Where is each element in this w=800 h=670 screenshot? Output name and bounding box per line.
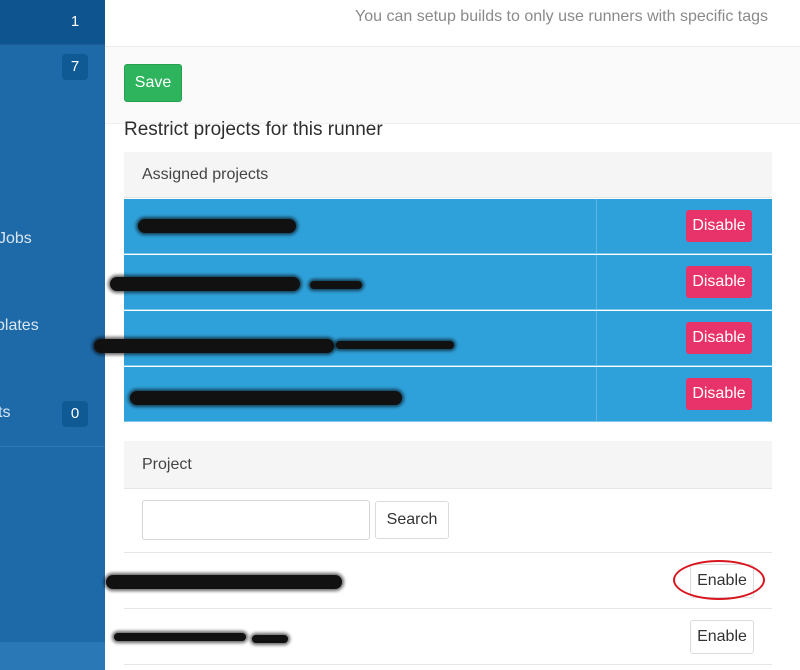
assigned-project-row: Disable xyxy=(124,199,772,254)
project-row: Enable xyxy=(106,553,772,609)
disable-button[interactable]: Disable xyxy=(686,322,752,354)
tags-help-strip: You can setup builds to only use runners… xyxy=(105,0,800,47)
redacted-project-name xyxy=(138,219,296,233)
redacted-project-name xyxy=(252,635,288,643)
sidebar-item-2[interactable]: 7 xyxy=(0,52,105,96)
search-button[interactable]: Search xyxy=(375,501,449,539)
enable-button[interactable]: Enable xyxy=(690,564,754,598)
sidebar-item-label: Jobs xyxy=(0,230,32,247)
section-title: Restrict projects for this runner xyxy=(124,119,383,140)
assigned-projects-header: Assigned projects xyxy=(124,152,772,198)
project-search-bar: Search xyxy=(124,489,772,553)
sidebar-item-label: ts xyxy=(0,404,11,421)
disable-button[interactable]: Disable xyxy=(686,378,752,410)
row-separator xyxy=(596,311,597,365)
project-header: Project xyxy=(124,441,772,489)
assigned-project-row: Disable xyxy=(110,255,772,310)
redacted-project-name xyxy=(106,575,342,589)
sidebar: 1 7 Jobs plates ts 0 xyxy=(0,0,105,670)
row-separator xyxy=(596,199,597,253)
assigned-project-row: Disable xyxy=(124,367,772,422)
redacted-project-name xyxy=(110,277,300,291)
redacted-project-name xyxy=(114,633,246,641)
row-separator xyxy=(596,255,597,309)
disable-button[interactable]: Disable xyxy=(686,266,752,298)
redacted-project-name xyxy=(336,341,454,349)
sidebar-item-runners[interactable]: 1 xyxy=(0,0,105,45)
project-row: Enable xyxy=(114,609,772,665)
sidebar-item-5[interactable]: ts 0 xyxy=(0,398,105,442)
enable-button[interactable]: Enable xyxy=(690,620,754,654)
sidebar-footer[interactable] xyxy=(0,642,105,670)
disable-button[interactable]: Disable xyxy=(686,210,752,242)
sidebar-badge: 0 xyxy=(62,401,88,427)
sidebar-badge: 1 xyxy=(70,13,80,30)
redacted-project-name xyxy=(310,281,362,289)
form-actions: Save xyxy=(105,47,800,124)
project-search-input[interactable] xyxy=(142,500,370,540)
row-separator xyxy=(596,367,597,421)
tags-help-text: You can setup builds to only use runners… xyxy=(355,8,768,25)
redacted-project-name xyxy=(130,391,402,405)
sidebar-item-jobs[interactable]: Jobs xyxy=(0,226,105,270)
sidebar-item-label: plates xyxy=(0,317,39,334)
assigned-project-row: Disable xyxy=(94,311,772,366)
sidebar-item-templates[interactable]: plates xyxy=(0,313,105,357)
redacted-project-name xyxy=(94,339,334,353)
save-button[interactable]: Save xyxy=(124,64,182,102)
sidebar-badge: 7 xyxy=(62,54,88,80)
sidebar-divider xyxy=(0,446,105,447)
